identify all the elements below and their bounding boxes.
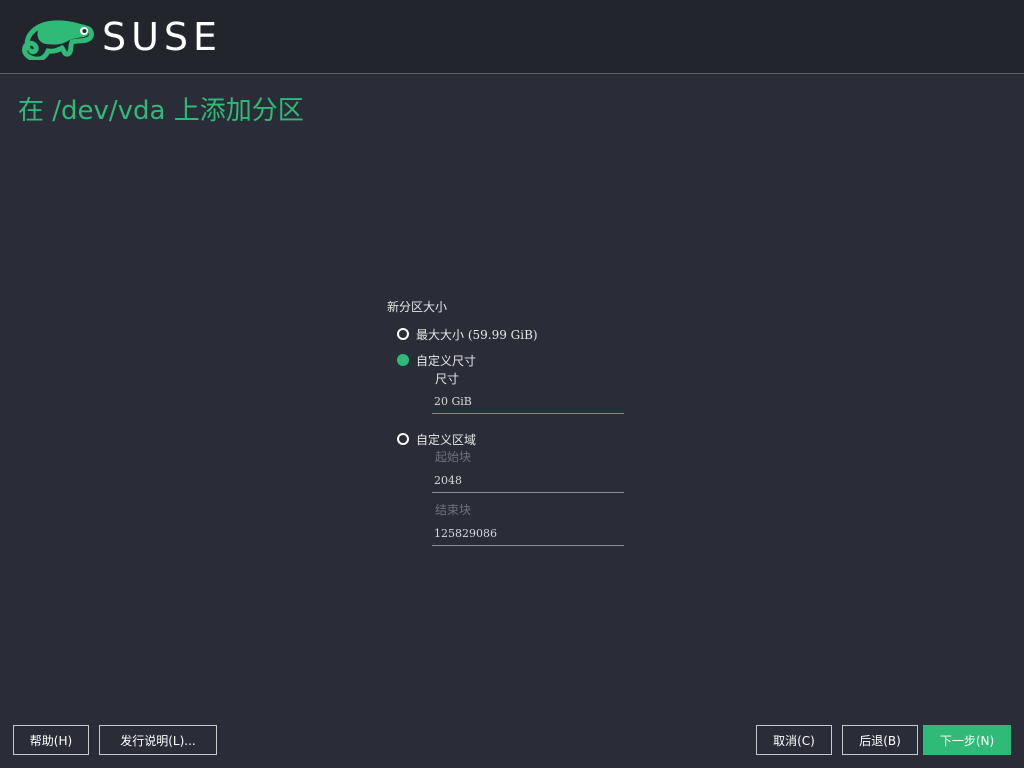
start-block-label: 起始块	[435, 450, 472, 464]
end-block-input[interactable]	[432, 522, 624, 544]
help-button[interactable]: 帮助(H)	[13, 725, 89, 755]
custom-region-radio[interactable]	[397, 433, 409, 445]
cancel-button[interactable]: 取消(C)	[756, 725, 832, 755]
size-field[interactable]	[432, 390, 624, 414]
size-input[interactable]	[432, 390, 624, 412]
max-size-label: 最大大小 (59.99 GiB)	[416, 327, 538, 342]
max-size-option[interactable]: 最大大小 (59.99 GiB)	[397, 325, 538, 343]
custom-region-option[interactable]: 自定义区域	[397, 430, 476, 448]
next-button[interactable]: 下一步(N)	[923, 725, 1011, 755]
back-button[interactable]: 后退(B)	[842, 725, 918, 755]
end-block-label: 结束块	[435, 503, 472, 517]
max-size-radio[interactable]	[397, 328, 409, 340]
brand-name: SUSE	[102, 15, 223, 59]
new-partition-size-label: 新分区大小	[387, 300, 448, 314]
custom-size-radio[interactable]	[397, 354, 409, 366]
custom-size-option[interactable]: 自定义尺寸	[397, 351, 476, 369]
start-block-field[interactable]	[432, 469, 624, 493]
suse-chameleon-logo-icon	[22, 20, 94, 60]
custom-region-label: 自定义区域	[416, 432, 477, 447]
page-title: 在 /dev/vda 上添加分区	[18, 96, 304, 126]
end-block-field[interactable]	[432, 522, 624, 546]
start-block-input[interactable]	[432, 469, 624, 491]
header-bar: SUSE	[0, 0, 1024, 74]
release-notes-button[interactable]: 发行说明(L)...	[99, 725, 217, 755]
custom-size-label: 自定义尺寸	[416, 353, 477, 368]
size-label: 尺寸	[435, 372, 460, 386]
